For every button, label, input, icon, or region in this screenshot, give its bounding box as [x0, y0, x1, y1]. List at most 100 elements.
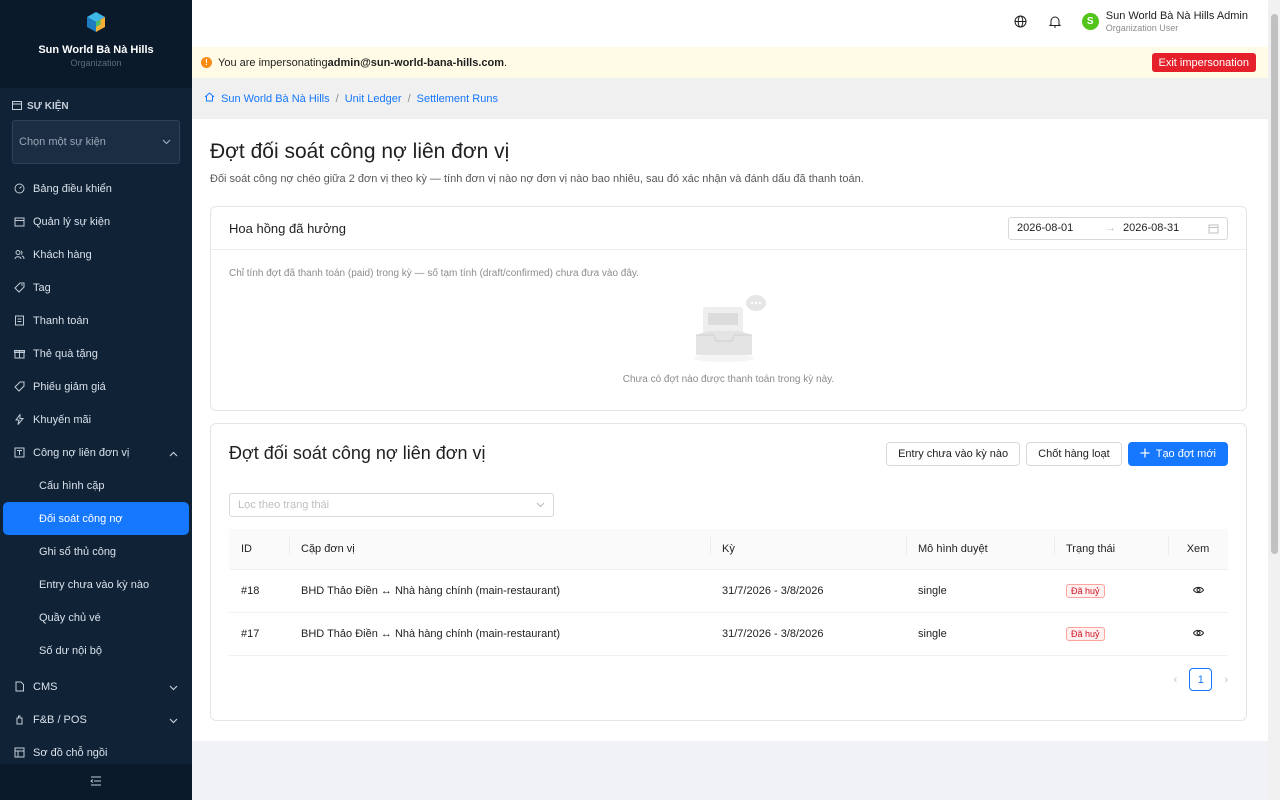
create-run-button[interactable]: Tạo đợt mới [1127, 442, 1228, 466]
page-number-button[interactable]: 1 [1189, 668, 1213, 691]
breadcrumb-item-unit-ledger[interactable]: Unit Ledger [345, 93, 402, 105]
sidebar-item-customers[interactable]: Khách hàng [0, 238, 192, 271]
breadcrumb-separator: / [335, 92, 339, 105]
menu-fold-icon [90, 775, 102, 789]
sidebar-item-fnb-pos[interactable]: F&B / POS [0, 703, 192, 736]
sidebar-subitem-unassigned-entries[interactable]: Entry chưa vào kỳ nào [0, 568, 192, 601]
sidebar-item-gift-cards[interactable]: Thẻ quà tặng [0, 337, 192, 370]
commission-card-title: Hoa hồng đã hưởng [229, 220, 346, 236]
empty-inbox-icon [688, 293, 770, 368]
cell-id: #17 [241, 628, 260, 640]
table-row: #18 BHD Thảo Điền ↔ Nhà hàng chính (main… [229, 570, 1228, 613]
create-run-label: Tạo đợt mới [1155, 448, 1216, 460]
date-range-picker[interactable]: 2026-08-01 → 2026-08-31 [1008, 216, 1228, 240]
sidebar-collapse-button[interactable] [0, 764, 192, 800]
calendar-icon [12, 100, 22, 113]
event-section-title: SỰ KIỆN [12, 98, 180, 114]
page-scrollbar[interactable] [1268, 0, 1280, 800]
cell-pair: BHD Thảo Điền ↔ Nhà hàng chính (main-res… [301, 585, 561, 597]
arrow-right-icon: → [1105, 222, 1116, 234]
impersonation-banner: ! You are impersonating admin@sun-world-… [192, 47, 1268, 78]
col-header-model[interactable]: Mô hình duyệt [906, 537, 1054, 555]
sidebar: Sun World Bà Nà Hills Organization SỰ KI… [0, 0, 192, 800]
cell-id: #18 [241, 585, 260, 597]
sidebar-item-cms[interactable]: CMS [0, 670, 192, 703]
settlement-runs-actions: Entry chưa vào kỳ nào Chốt hàng loạt Tạo… [886, 442, 1228, 466]
settlement-runs-card: Đợt đối soát công nợ liên đơn vị Entry c… [210, 423, 1247, 721]
top-header: S Sun World Bà Nà Hills Admin Organizati… [192, 0, 1268, 47]
eye-icon [1192, 628, 1204, 640]
sidebar-subitem-internal-balance[interactable]: Số dư nội bộ [0, 634, 192, 667]
globe-icon[interactable] [1014, 15, 1028, 29]
lightning-icon [14, 414, 25, 425]
cell-pair: BHD Thảo Điền ↔ Nhà hàng chính (main-res… [301, 628, 561, 640]
sidebar-item-dashboard[interactable]: Bảng điều khiển [0, 172, 192, 205]
settlement-runs-title: Đợt đối soát công nợ liên đơn vị [229, 443, 486, 463]
exit-impersonation-button[interactable]: Exit impersonation [1151, 53, 1256, 72]
banner-email: admin@sun-world-bana-hills.com [327, 56, 505, 69]
col-header-period[interactable]: Kỳ [710, 537, 906, 555]
chevron-up-icon [169, 448, 178, 460]
sidebar-item-promotions[interactable]: Khuyến mãi [0, 403, 192, 436]
view-button[interactable] [1168, 628, 1228, 640]
sidebar-subitem-pair-config[interactable]: Cấu hình cặp [0, 469, 192, 502]
document-icon [14, 681, 25, 692]
header-actions: S Sun World Bà Nà Hills Admin Organizati… [1014, 10, 1248, 33]
sidebar-subitem-manual-entry[interactable]: Ghi sổ thủ công [0, 535, 192, 568]
users-icon [14, 249, 25, 260]
dashboard-icon [14, 183, 25, 194]
col-header-id[interactable]: ID [229, 543, 289, 555]
brand-logo-icon [84, 10, 108, 34]
calendar-icon [1208, 223, 1219, 237]
empty-state: Chưa có đợt nào được thanh toán trong kỳ… [211, 293, 1246, 385]
sidebar-item-payments[interactable]: Thanh toán [0, 304, 192, 337]
brand-subtitle: Organization [70, 58, 122, 68]
warning-icon: ! [201, 57, 212, 68]
event-section: SỰ KIỆN Chọn một sự kiện [0, 98, 192, 164]
sidebar-item-coupons[interactable]: Phiếu giảm giá [0, 370, 192, 403]
commission-card-header: Hoa hồng đã hưởng 2026-08-01 → 2026-08-3… [211, 207, 1246, 250]
sidebar-item-unit-ledger[interactable]: Công nợ liên đơn vị [0, 436, 192, 469]
commission-card: Hoa hồng đã hưởng 2026-08-01 → 2026-08-3… [210, 206, 1247, 411]
scrollbar-thumb[interactable] [1271, 14, 1278, 554]
sidebar-item-tag[interactable]: Tag [0, 271, 192, 304]
bulk-close-button[interactable]: Chốt hàng loạt [1026, 442, 1122, 466]
sidebar-item-events[interactable]: Quản lý sự kiện [0, 205, 192, 238]
date-from[interactable]: 2026-08-01 [1017, 222, 1105, 234]
cell-model: single [918, 628, 947, 640]
breadcrumb-separator: / [407, 92, 411, 105]
user-role: Organization User [1105, 23, 1179, 33]
bell-icon[interactable] [1048, 15, 1062, 29]
next-page-icon[interactable]: › [1224, 674, 1228, 686]
col-header-status[interactable]: Trạng thái [1054, 537, 1168, 555]
pagination: ‹ 1 › [1174, 668, 1228, 691]
status-filter-select[interactable]: Lọc theo trạng thái [229, 493, 554, 517]
unassigned-entries-button[interactable]: Entry chưa vào kỳ nào [886, 442, 1021, 466]
gift-icon [14, 348, 25, 359]
col-header-pair[interactable]: Cặp đơn vị [289, 537, 710, 555]
view-button[interactable] [1168, 585, 1228, 597]
cell-period: 31/7/2026 - 3/8/2026 [722, 628, 824, 640]
cell-period: 31/7/2026 - 3/8/2026 [722, 585, 824, 597]
hand-icon [14, 714, 25, 725]
sidebar-subitem-ticket-counter[interactable]: Quầy chủ vé [0, 601, 192, 634]
user-info: Sun World Bà Nà Hills Admin Organization… [1106, 10, 1248, 33]
user-menu[interactable]: S Sun World Bà Nà Hills Admin Organizati… [1081, 10, 1248, 33]
plus-icon [1140, 448, 1150, 461]
layout-icon [14, 747, 25, 758]
sidebar-subitem-settlement[interactable]: Đối soát công nợ [3, 502, 189, 535]
chevron-down-icon [162, 136, 171, 148]
event-select[interactable]: Chọn một sự kiện [12, 120, 180, 164]
date-to[interactable]: 2026-08-31 [1123, 222, 1205, 234]
chevron-down-icon [536, 499, 545, 511]
page-title: Đợt đối soát công nợ liên đơn vị [210, 140, 510, 163]
prev-page-icon[interactable]: ‹ [1174, 674, 1178, 686]
avatar: S [1081, 13, 1099, 30]
event-select-placeholder: Chọn một sự kiện [19, 136, 106, 148]
banner-suffix: . [504, 56, 508, 69]
status-badge: Đã huỷ [1066, 627, 1105, 641]
breadcrumb-item-org[interactable]: Sun World Bà Nà Hills [221, 93, 330, 105]
brand[interactable]: Sun World Bà Nà Hills Organization [0, 0, 192, 88]
main-content: Đợt đối soát công nợ liên đơn vị Đối soá… [192, 119, 1268, 741]
breadcrumb-item-settlement-runs[interactable]: Settlement Runs [417, 93, 498, 105]
